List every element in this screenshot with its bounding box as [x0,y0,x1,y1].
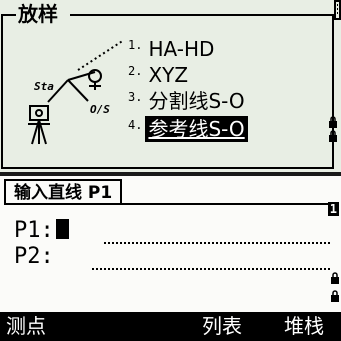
tab-underline [4,203,338,205]
softkey-list[interactable]: 列表 [202,312,242,341]
menu-label: XYZ [148,63,189,87]
softkey-stack[interactable]: 堆栈 [284,312,324,341]
scrollbar-indicator [334,0,341,20]
menu-item-reference-line-so[interactable]: 4. 参考线S-O [128,116,248,142]
screen-title: 放样 [16,2,60,26]
screen-divider [0,172,341,176]
lock-icon [329,116,337,128]
p2-input-line[interactable] [92,268,330,270]
menu-number: 3. [128,90,143,104]
p2-label: P2: [14,244,54,269]
softkey-bar: 测点 列表 堆栈 [0,312,341,341]
text-cursor [55,219,69,239]
menu-number: 4. [128,118,143,132]
page-indicator: 1 [327,202,339,216]
menu-label: 分割线S-O [148,89,245,113]
p1-field[interactable]: P1: [14,218,69,244]
softkey-measure[interactable]: 测点 [6,312,46,341]
tab-input-line-p1[interactable]: 输入直线 P1 [4,179,123,205]
menu-item-divide-line-so[interactable]: 3. 分割线S-O [128,88,245,114]
station-label: Sta [34,80,54,93]
menu-item-xyz[interactable]: 2. XYZ [128,62,188,88]
offset-label: O/S [90,103,110,116]
p1-label: P1: [14,218,54,243]
menu-label: 参考线S-O [145,116,248,142]
lock-icon [329,130,337,142]
stakeout-menu-screen: 放样 1. HA-HD 2. XYZ 3. 分割线S-O 4. 参考线S-O S… [0,0,341,172]
menu-number: 2. [128,64,143,78]
menu-number: 1. [128,38,143,52]
menu-label: HA-HD [148,37,215,61]
line-input-screen: 输入直线 P1 1 P1: P2: 测点 列表 堆栈 [0,172,341,341]
p2-field[interactable]: P2: [14,244,54,270]
menu-item-ha-hd[interactable]: 1. HA-HD [128,36,214,62]
stakeout-diagram [28,39,125,145]
lock-icon [331,290,339,302]
lock-icon [331,272,339,284]
p1-input-line[interactable] [104,242,330,244]
